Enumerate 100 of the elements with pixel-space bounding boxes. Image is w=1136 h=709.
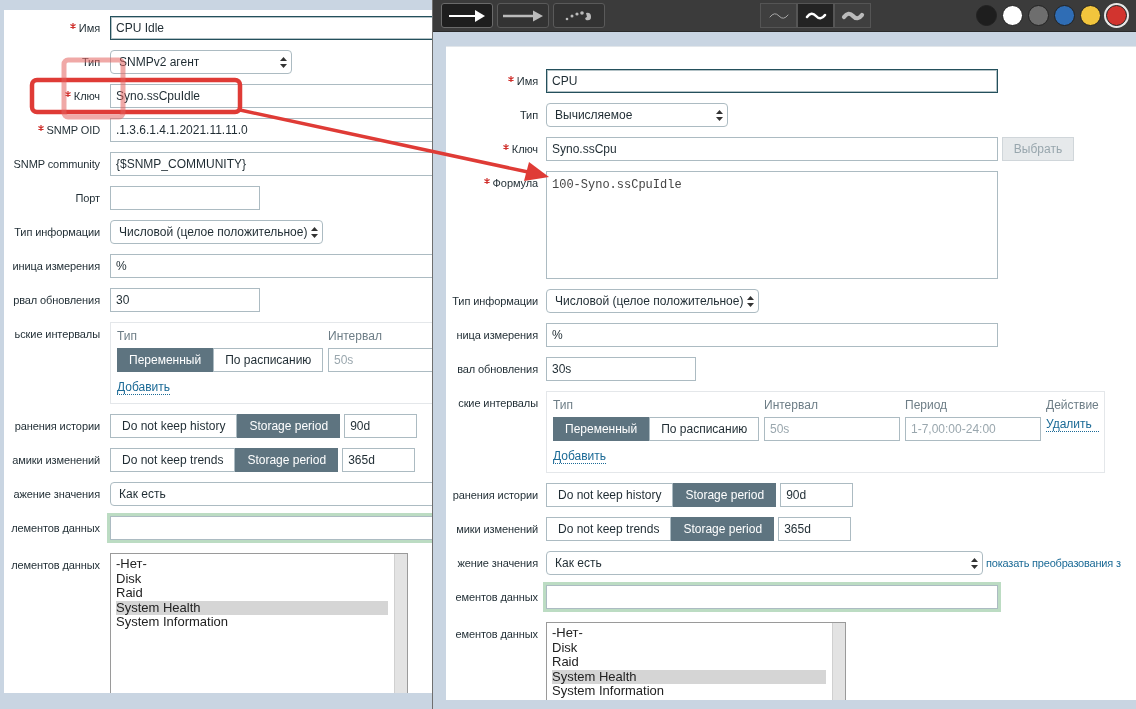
list-box[interactable]: -Нет- Disk Raid System Health System Information	[546, 622, 846, 700]
input-field[interactable]: %	[110, 254, 432, 278]
input-field[interactable]: CPU Idle	[110, 16, 432, 40]
input-field[interactable]	[110, 186, 260, 210]
dropdown[interactable]: Числовой (целое положительное)	[546, 289, 760, 313]
field-label: мики изменений	[456, 523, 538, 535]
field-label: лементов данных	[11, 559, 100, 571]
input-field[interactable]: {$SNMP_COMMUNITY}	[110, 152, 432, 176]
input-field[interactable]: Syno.ssCpuIdle	[110, 84, 432, 108]
column-header: Тип	[553, 398, 574, 412]
field-label: рвал обновления	[13, 294, 100, 306]
toggle-button[interactable]: Storage period	[671, 517, 775, 541]
link[interactable]: Добавить	[117, 380, 171, 395]
input-field[interactable]: 90d	[344, 414, 418, 438]
tool-button[interactable]	[553, 3, 605, 28]
multiselect-field[interactable]	[543, 582, 1001, 612]
link[interactable]: Добавить	[553, 449, 607, 464]
column-header: Интервал	[328, 329, 383, 343]
input-field[interactable]: 30s	[546, 357, 696, 381]
toggle-button[interactable]: Do not keep trends	[110, 448, 236, 472]
field-label: Имя	[516, 75, 538, 87]
toggle-button[interactable]: Storage period	[673, 483, 777, 507]
dropdown[interactable]: Как есть	[110, 482, 432, 506]
input-field[interactable]: 365d	[778, 517, 852, 541]
color-swatch[interactable]	[1002, 5, 1023, 26]
line-width-button[interactable]	[797, 3, 834, 28]
field-label: Ключ	[511, 143, 538, 155]
field-label: ьские интервалы	[14, 328, 100, 340]
field-label: ранения истории	[14, 420, 100, 432]
dropdown[interactable]: SNMPv2 агент	[110, 50, 292, 74]
toggle-button[interactable]: По расписанию	[213, 348, 324, 372]
list-item[interactable]: System Information	[552, 684, 826, 699]
toggle-button[interactable]: Переменный	[117, 348, 214, 372]
field-label: лементов данных	[11, 522, 100, 534]
list-item[interactable]: Raid	[552, 655, 826, 670]
dots-icon	[564, 8, 594, 23]
dropdown[interactable]: Числовой (целое положительное)	[110, 220, 324, 244]
arrow-icon	[501, 8, 545, 23]
field-label: ажение значения	[13, 488, 100, 500]
toggle-button[interactable]: Do not keep trends	[546, 517, 672, 541]
color-swatch[interactable]	[1080, 5, 1101, 26]
field-label: ница измерения	[456, 329, 538, 341]
list-item[interactable]: Disk	[116, 571, 388, 586]
input-field[interactable]: 365d	[342, 448, 416, 472]
field-label: SNMP community	[13, 158, 100, 170]
column-header: Действие	[1046, 398, 1099, 412]
list-item[interactable]: -Нет-	[552, 626, 826, 641]
scrollbar[interactable]	[394, 554, 407, 693]
column-header: Тип	[117, 329, 138, 343]
dropdown[interactable]: Как есть	[546, 551, 983, 575]
list-item[interactable]: Raid	[116, 586, 388, 601]
toggle-button[interactable]: Do not keep history	[546, 483, 674, 507]
tool-button[interactable]	[441, 3, 493, 28]
toggle-button[interactable]: Storage period	[235, 448, 339, 472]
list-item[interactable]: Disk	[552, 640, 826, 655]
field-label: SNMP OID	[46, 124, 100, 136]
input-field[interactable]: %	[546, 323, 998, 347]
list-item[interactable]: -Нет-	[116, 557, 388, 572]
input-field[interactable]: 50s	[328, 348, 432, 372]
input-field[interactable]: 90d	[780, 483, 854, 507]
updown-caret-icon	[280, 56, 287, 68]
tool-button[interactable]	[497, 3, 549, 28]
list-item[interactable]: System Health	[116, 600, 388, 615]
input-field[interactable]: 30	[110, 288, 260, 312]
field-label: Имя	[78, 22, 100, 34]
updown-caret-icon	[716, 109, 723, 121]
arrow-icon	[447, 8, 487, 23]
toggle-button[interactable]: По расписанию	[649, 417, 760, 441]
color-swatch[interactable]	[976, 5, 997, 26]
column-header: Период	[905, 398, 949, 412]
updown-caret-icon	[311, 226, 319, 238]
field-label: Тип	[81, 56, 100, 68]
list-item[interactable]: System Health	[552, 669, 826, 684]
formula-field[interactable]: 100-Syno.ssCpuIdle	[546, 171, 998, 279]
color-swatch[interactable]	[1028, 5, 1049, 26]
dropdown[interactable]: Вычисляемое	[546, 103, 728, 127]
color-swatch[interactable]	[1106, 5, 1127, 26]
updown-caret-icon	[747, 295, 755, 307]
multiselect-field[interactable]	[107, 513, 432, 543]
link[interactable]: показать преобразования з	[986, 551, 1121, 575]
toggle-button[interactable]: Do not keep history	[110, 414, 238, 438]
color-swatch[interactable]	[1054, 5, 1075, 26]
input-field[interactable]: CPU	[546, 69, 998, 93]
toggle-button[interactable]: Storage period	[237, 414, 341, 438]
input-field[interactable]: Syno.ssCpu	[546, 137, 998, 161]
toggle-button[interactable]: Переменный	[553, 417, 650, 441]
wave-icon	[803, 9, 828, 22]
link[interactable]: Удалить	[1046, 417, 1099, 432]
input-field[interactable]: 50s	[764, 417, 900, 441]
updown-caret-icon	[971, 557, 978, 569]
field-label: жение значения	[457, 557, 538, 569]
field-label: Порт	[75, 192, 100, 204]
input-field[interactable]: .1.3.6.1.4.1.2021.11.11.0	[110, 118, 432, 142]
list-box[interactable]: -Нет- Disk Raid System Health System Information	[110, 553, 408, 693]
field-label: Тип информации	[452, 295, 538, 307]
field-label: ские интервалы	[458, 397, 538, 409]
field-label: ементов данных	[455, 628, 538, 640]
column-header: Интервал	[764, 398, 819, 412]
list-item[interactable]: System Information	[116, 615, 388, 630]
input-field[interactable]: 1-7,00:00-24:00	[905, 417, 1041, 441]
